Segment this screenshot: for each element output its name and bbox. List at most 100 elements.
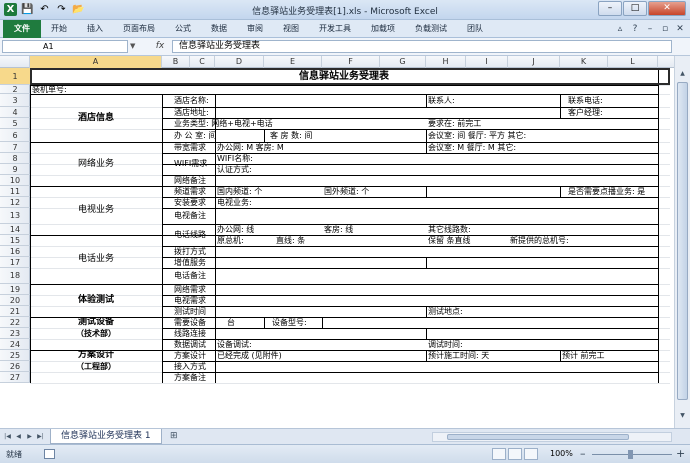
wifi-name-field[interactable]: WIFI名称:: [215, 153, 658, 164]
vertical-scrollbar[interactable]: ▲ ▼: [674, 56, 690, 428]
section-trial[interactable]: 体验测试: [30, 284, 162, 317]
name-box[interactable]: A1: [2, 40, 128, 53]
formula-input[interactable]: 信息驿站业务受理表: [172, 40, 672, 53]
row-header-15[interactable]: 15: [0, 235, 30, 246]
debug-time-field[interactable]: 调试时间:: [426, 339, 658, 350]
phone-lines-label[interactable]: 电话线路: [172, 224, 215, 246]
bandwidth-office-field[interactable]: 办公网: M 客房: M: [215, 142, 426, 153]
tv-business-field[interactable]: 电视业务:: [215, 197, 658, 208]
row-header-10[interactable]: 10: [0, 175, 30, 186]
tab-view[interactable]: 视图: [273, 20, 309, 38]
deadline-field[interactable]: 要求在: 前完工: [426, 118, 560, 129]
hotel-address-field[interactable]: 酒店地址:: [172, 107, 426, 118]
insert-function-icon[interactable]: fx: [150, 40, 170, 53]
row-header-16[interactable]: 16: [0, 246, 30, 257]
column-header-A[interactable]: A: [30, 56, 162, 68]
device-debug-field[interactable]: 设备调试:: [215, 339, 426, 350]
row-header-22[interactable]: 22: [0, 317, 30, 328]
row-header-19[interactable]: 19: [0, 284, 30, 295]
trial-time-label[interactable]: 测试时间: [172, 306, 215, 317]
zoom-in-button[interactable]: +: [676, 447, 685, 460]
trial-place-field[interactable]: 测试地点:: [426, 306, 658, 317]
next-sheet-icon[interactable]: ▶: [25, 432, 34, 441]
normal-view-icon[interactable]: [492, 448, 506, 460]
network-remark-label[interactable]: 网络备注: [172, 175, 215, 186]
row-header-11[interactable]: 11: [0, 186, 30, 197]
row-header-7[interactable]: 7: [0, 142, 30, 153]
last-sheet-icon[interactable]: ▶|: [36, 432, 45, 441]
section-hotel-info[interactable]: 酒店信息: [30, 94, 162, 142]
tab-page-layout[interactable]: 页面布局: [113, 20, 165, 38]
value-added-label[interactable]: 增值服务: [172, 257, 215, 268]
help-icon[interactable]: ?: [629, 23, 641, 35]
maximize-button[interactable]: □: [623, 1, 647, 16]
contact-field[interactable]: 联系人:: [426, 94, 560, 107]
tab-load-test[interactable]: 负载测试: [405, 20, 457, 38]
row-header-20[interactable]: 20: [0, 295, 30, 306]
row-header-23[interactable]: 23: [0, 328, 30, 339]
column-header-F[interactable]: F: [322, 56, 380, 68]
column-header-H[interactable]: H: [426, 56, 466, 68]
trial-tv-label[interactable]: 电视需求: [172, 295, 215, 306]
tab-data[interactable]: 数据: [201, 20, 237, 38]
section-equipment-dept[interactable]: （技术部）: [30, 328, 162, 339]
section-equipment[interactable]: 测试设备: [30, 317, 162, 328]
macro-record-icon[interactable]: [44, 449, 55, 459]
column-header-D[interactable]: D: [215, 56, 264, 68]
zoom-slider-knob[interactable]: [628, 450, 633, 459]
column-header-I[interactable]: I: [466, 56, 508, 68]
row-header-2[interactable]: 2: [0, 85, 30, 94]
row-header-26[interactable]: 26: [0, 361, 30, 372]
wifi-req-label[interactable]: WIFI需求: [172, 153, 215, 175]
trial-network-label[interactable]: 网络需求: [172, 284, 215, 295]
domestic-channel-field[interactable]: 国内频道: 个: [215, 186, 322, 197]
row-header-27[interactable]: 27: [0, 372, 30, 383]
tab-file[interactable]: 文件: [3, 20, 41, 38]
data-debug-label[interactable]: 数据调试: [172, 339, 215, 350]
foreign-channel-field[interactable]: 国外频道: 个: [322, 186, 426, 197]
room-count-field[interactable]: 客 房 数: 间: [268, 129, 426, 142]
install-req-label[interactable]: 安装要求: [172, 197, 215, 208]
tab-developer[interactable]: 开发工具: [309, 20, 361, 38]
tab-insert[interactable]: 插入: [77, 20, 113, 38]
column-header-C[interactable]: C: [190, 56, 215, 68]
keep-line-field[interactable]: 保留 条直线: [426, 235, 508, 246]
page-break-view-icon[interactable]: [524, 448, 538, 460]
column-header-E[interactable]: E: [264, 56, 322, 68]
account-manager-field[interactable]: 客户经理:: [566, 107, 658, 118]
ribbon-close-icon[interactable]: ✕: [674, 23, 686, 35]
minimize-button[interactable]: –: [598, 1, 622, 16]
row-header-13[interactable]: 13: [0, 208, 30, 224]
page-layout-view-icon[interactable]: [508, 448, 522, 460]
row-header-3[interactable]: 3: [0, 94, 30, 107]
section-network[interactable]: 网络业务: [30, 142, 162, 186]
first-sheet-icon[interactable]: |◀: [3, 432, 12, 441]
other-lines-field[interactable]: 其它线路数:: [426, 224, 658, 235]
row-header-1[interactable]: 1: [0, 68, 30, 85]
equipment-need-label[interactable]: 需要设备: [172, 317, 215, 328]
hotel-name-field[interactable]: 酒店名称:: [172, 94, 426, 107]
column-header-K[interactable]: K: [560, 56, 608, 68]
contact-phone-field[interactable]: 联系电话:: [566, 94, 658, 107]
select-all-corner[interactable]: [0, 56, 30, 68]
row-header-17[interactable]: 17: [0, 257, 30, 268]
column-header-G[interactable]: G: [380, 56, 426, 68]
row-header-25[interactable]: 25: [0, 350, 30, 361]
equipment-model-field[interactable]: 设备型号:: [270, 317, 658, 328]
plan-remark-label[interactable]: 方案备注: [172, 372, 215, 383]
close-button[interactable]: ✕: [648, 1, 686, 16]
zoom-out-button[interactable]: –: [580, 447, 586, 460]
channel-req-label[interactable]: 频道需求: [172, 186, 215, 197]
hscroll-thumb[interactable]: [447, 434, 629, 440]
plan-design-label[interactable]: 方案设计: [172, 350, 215, 361]
section-plan-dept[interactable]: （工程部）: [30, 361, 162, 372]
row-header-12[interactable]: 12: [0, 197, 30, 208]
access-method-label[interactable]: 接入方式: [172, 361, 215, 372]
horizontal-scrollbar[interactable]: [432, 432, 672, 442]
auth-method-field[interactable]: 认证方式:: [215, 164, 658, 175]
caret-up-icon[interactable]: ▵: [614, 23, 626, 35]
office-count-field[interactable]: 办 公 室: 间: [172, 129, 264, 142]
est-done-field[interactable]: 预计 前完工: [560, 350, 658, 361]
phone-remark-label[interactable]: 电话备注: [172, 268, 215, 284]
prev-sheet-icon[interactable]: ◀: [14, 432, 23, 441]
